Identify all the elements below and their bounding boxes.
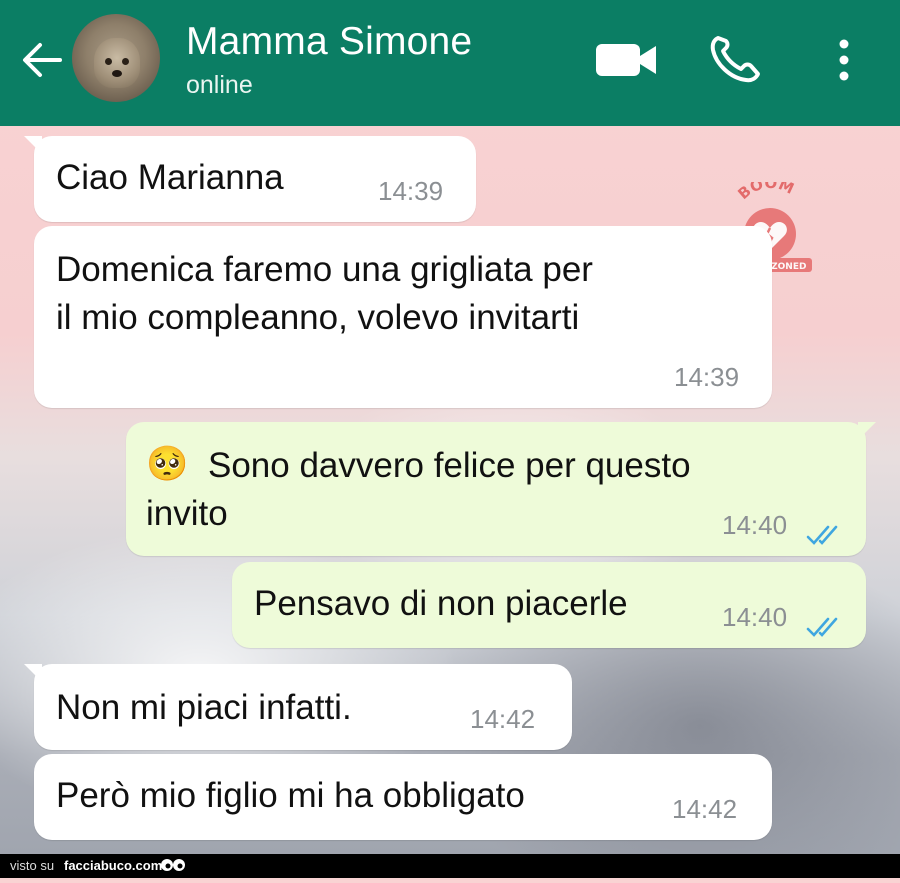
chat-header: Mamma Simone online bbox=[0, 0, 900, 126]
message-time: 14:40 bbox=[722, 510, 788, 540]
message-time: 14:39 bbox=[378, 176, 444, 206]
contact-name[interactable]: Mamma Simone bbox=[186, 20, 472, 64]
message-time: 14:42 bbox=[470, 704, 536, 734]
pleading-face-emoji: 🥺 bbox=[146, 445, 189, 483]
message-text-line: il mio compleanno, volevo invitarti bbox=[56, 298, 580, 337]
message-bubble-outgoing[interactable]: Pensavo di non piacerle 14:40 bbox=[232, 562, 866, 648]
avatar[interactable] bbox=[72, 14, 160, 102]
svg-text:BOOM: BOOM bbox=[734, 182, 796, 203]
footer-site: facciabuco.com bbox=[64, 858, 163, 873]
message-bubble-incoming[interactable]: Domenica faremo una grigliata per il mio… bbox=[34, 226, 772, 408]
message-bubble-incoming[interactable]: Non mi piaci infatti. 14:42 bbox=[24, 664, 572, 750]
eyes-icon bbox=[160, 857, 186, 875]
more-menu-icon[interactable] bbox=[830, 36, 858, 84]
back-arrow-icon[interactable] bbox=[20, 40, 64, 80]
message-time: 14:42 bbox=[672, 794, 738, 824]
source-footer: visto su facciabuco.com bbox=[0, 854, 900, 878]
message-text: Ciao Marianna bbox=[56, 158, 284, 197]
message-bubble-incoming[interactable]: Però mio figlio mi ha obbligato 14:42 bbox=[34, 754, 772, 840]
message-time: 14:40 bbox=[722, 602, 788, 632]
contact-status: online bbox=[186, 71, 253, 99]
message-text: Però mio figlio mi ha obbligato bbox=[56, 776, 525, 815]
video-call-icon[interactable] bbox=[594, 40, 658, 80]
message-text-line: Domenica faremo una grigliata per bbox=[56, 250, 593, 289]
message-bubble-outgoing[interactable]: 🥺 Sono davvero felice per questo invito … bbox=[126, 422, 876, 556]
message-text-line: invito bbox=[146, 494, 228, 533]
read-ticks-icon bbox=[806, 512, 846, 545]
message-text: Pensavo di non piacerle bbox=[254, 584, 628, 623]
message-bubble-incoming[interactable]: Ciao Marianna 14:39 bbox=[24, 136, 476, 222]
read-ticks-icon bbox=[806, 604, 846, 637]
message-text-line: Sono davvero felice per questo bbox=[208, 446, 691, 485]
message-time: 14:39 bbox=[674, 362, 740, 392]
message-text: Non mi piaci infatti. bbox=[56, 688, 352, 727]
phone-icon[interactable] bbox=[708, 34, 762, 84]
footer-prefix: visto su bbox=[10, 858, 55, 873]
